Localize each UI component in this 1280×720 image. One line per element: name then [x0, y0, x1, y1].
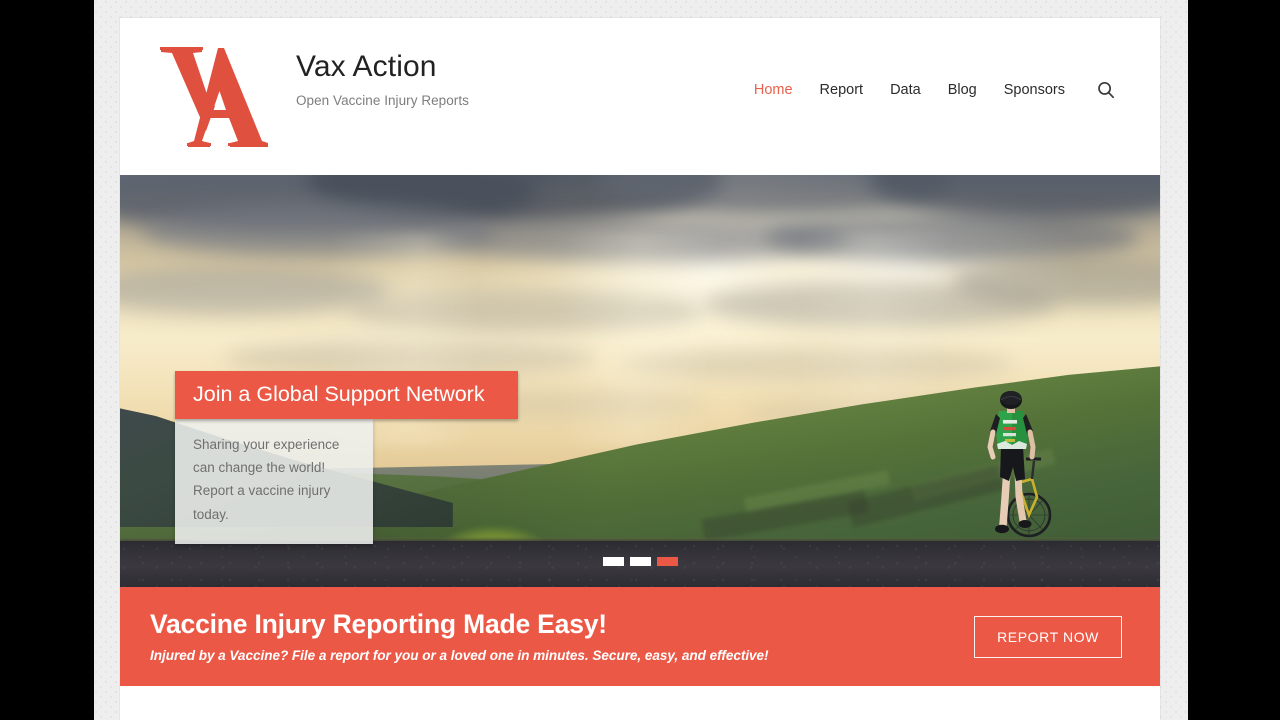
- hero-caption-title: Join a Global Support Network: [175, 371, 518, 419]
- cta-text-block: Vaccine Injury Reporting Made Easy! Inju…: [150, 609, 974, 663]
- cta-heading: Vaccine Injury Reporting Made Easy!: [150, 609, 607, 640]
- site-title: Vax Action: [296, 50, 437, 83]
- report-now-button[interactable]: REPORT NOW: [974, 615, 1122, 658]
- screen: Vax Action Open Vaccine Injury Reports H…: [0, 0, 1280, 720]
- carousel-indicators: [120, 557, 1160, 566]
- cta-subheading: Injured by a Vaccine? File a report for …: [150, 647, 769, 663]
- hero-carousel: Join a Global Support Network Sharing yo…: [120, 175, 1160, 587]
- cyclist-figure: [985, 387, 1055, 545]
- cta-banner: Vaccine Injury Reporting Made Easy! Inju…: [120, 587, 1160, 686]
- browser-viewport: Vax Action Open Vaccine Injury Reports H…: [94, 0, 1188, 720]
- page-container: Vax Action Open Vaccine Injury Reports H…: [120, 18, 1160, 720]
- site-tagline: Open Vaccine Injury Reports: [296, 92, 469, 108]
- below-fold-content: [120, 686, 1160, 720]
- brand[interactable]: Vax Action Open Vaccine Injury Reports: [120, 18, 469, 158]
- nav-item-blog[interactable]: Blog: [948, 82, 977, 98]
- hero-caption-body: Sharing your experience can change the w…: [175, 419, 373, 544]
- brand-text: Vax Action Open Vaccine Injury Reports: [268, 28, 469, 108]
- nav-item-home[interactable]: Home: [754, 82, 793, 98]
- va-monogram-logo-icon: [158, 28, 268, 158]
- site-header: Vax Action Open Vaccine Injury Reports H…: [120, 18, 1160, 175]
- carousel-indicator-3[interactable]: [656, 557, 678, 566]
- carousel-indicator-1[interactable]: [602, 557, 624, 566]
- search-icon[interactable]: [1096, 80, 1116, 100]
- nav-item-data[interactable]: Data: [890, 82, 921, 98]
- carousel-indicator-2[interactable]: [629, 557, 651, 566]
- main-navigation: Home Report Data Blog Sponsors: [754, 80, 1116, 100]
- nav-item-sponsors[interactable]: Sponsors: [1004, 82, 1065, 98]
- hero-caption: Join a Global Support Network Sharing yo…: [175, 371, 518, 544]
- nav-item-report[interactable]: Report: [820, 82, 864, 98]
